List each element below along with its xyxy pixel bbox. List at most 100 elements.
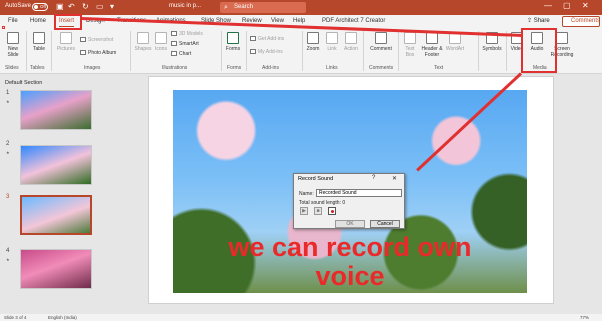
minimize-button[interactable]: — <box>544 1 552 10</box>
comments-button[interactable]: Comments <box>562 16 600 27</box>
zoom-icon <box>307 32 319 44</box>
group-label-illustrations: Illustrations <box>162 65 188 71</box>
record-button[interactable] <box>328 207 336 215</box>
table-button[interactable]: Table <box>30 32 48 52</box>
3d-models-label: 3D Models <box>179 31 203 37</box>
annotation-box-insert-tab <box>54 14 82 30</box>
animation-star-icon: ★ <box>6 257 10 262</box>
3d-models-button[interactable]: 3D Models <box>171 31 203 37</box>
group-label-tables: Tables <box>30 65 45 71</box>
chart-button[interactable]: Chart <box>171 51 191 57</box>
language-indicator[interactable]: English (India) <box>48 314 77 321</box>
sound-length-label: Total sound length: <box>299 200 341 206</box>
cancel-button[interactable]: Cancel <box>370 220 400 228</box>
caption-line-1: we can record own <box>228 232 472 262</box>
section-header[interactable]: Default Section <box>5 80 42 86</box>
zoom-button[interactable]: Zoom <box>305 32 321 52</box>
document-title: music in p... <box>169 3 202 9</box>
autosave-label: AutoSave <box>5 3 32 9</box>
wordart-button[interactable]: WordArt <box>444 32 466 52</box>
separator <box>246 31 247 71</box>
cube-icon <box>171 31 177 36</box>
comment-icon <box>375 32 387 44</box>
undo-icon[interactable]: ↶ <box>68 2 75 12</box>
group-label-addins: Add-ins <box>262 65 279 71</box>
my-addins-button[interactable]: My Add-ins <box>250 49 283 55</box>
header-footer-label: Header & Footer <box>421 46 443 58</box>
tab-help[interactable]: Help <box>293 18 305 24</box>
status-bar: Slide 3 of 4 English (India) 77% <box>0 314 602 321</box>
search-placeholder: Search <box>234 4 254 10</box>
photo-album-icon <box>80 50 86 55</box>
name-field[interactable] <box>316 189 402 197</box>
forms-button[interactable]: Forms <box>224 32 242 52</box>
group-label-text: Text <box>434 65 444 71</box>
text-box-button[interactable]: Text Box <box>401 32 419 58</box>
zoom-level[interactable]: 77% <box>580 314 589 321</box>
new-slide-button[interactable]: New Slide <box>4 32 22 58</box>
screenshot-button[interactable]: Screenshot <box>80 37 113 43</box>
tab-pdf-architect[interactable]: PDF Architect 7 Creator <box>322 18 385 24</box>
action-button[interactable]: Action <box>342 32 360 52</box>
slide-number: 4 <box>6 248 10 254</box>
comment-button[interactable]: Comment <box>367 32 395 52</box>
separator <box>478 31 479 71</box>
close-icon[interactable]: ✕ <box>392 175 397 182</box>
slide-thumbnail-2[interactable] <box>20 145 92 185</box>
slide-thumbnail-3[interactable] <box>20 195 92 235</box>
separator <box>130 31 131 71</box>
slide-number: 3 <box>6 194 10 200</box>
get-addins-button[interactable]: Get Add-ins <box>250 36 284 42</box>
pictures-label: Pictures <box>56 46 76 52</box>
customize-qat-icon[interactable]: ▾ <box>110 2 114 12</box>
smartart-button[interactable]: SmartArt <box>171 41 199 47</box>
shapes-button[interactable]: Shapes <box>134 32 152 52</box>
maximize-button[interactable]: ▢ <box>563 1 571 10</box>
icons-button[interactable]: Icons <box>154 32 168 52</box>
close-button[interactable]: ✕ <box>582 1 589 10</box>
separator <box>506 31 507 71</box>
tab-file[interactable]: File <box>8 18 18 24</box>
present-icon[interactable]: ▭ <box>96 2 104 12</box>
redo-icon[interactable]: ↻ <box>82 2 89 12</box>
title-bar: AutoSave Off ▣ ↶ ↻ ▭ ▾ music in p... ⌕ S… <box>0 0 602 15</box>
shapes-icon <box>137 32 149 44</box>
play-button[interactable]: ▶ <box>300 207 308 215</box>
share-button[interactable]: ⇪ Share <box>527 17 550 24</box>
save-icon[interactable]: ▣ <box>56 2 64 12</box>
screen-recording-icon <box>556 32 568 44</box>
screenshot-label: Screenshot <box>88 37 114 43</box>
animation-star-icon: ★ <box>6 99 10 104</box>
annotation-marker <box>2 26 5 29</box>
record-sound-dialog: Record Sound ? ✕ Name: Total sound lengt… <box>293 173 405 229</box>
pictures-button[interactable]: Pictures <box>54 32 78 52</box>
tab-view[interactable]: View <box>271 18 284 24</box>
smartart-label: SmartArt <box>179 41 199 47</box>
header-footer-button[interactable]: Header & Footer <box>420 32 444 58</box>
help-icon[interactable]: ? <box>372 175 375 181</box>
link-label: Link <box>327 46 337 52</box>
link-icon <box>326 32 338 44</box>
link-button[interactable]: Link <box>324 32 340 52</box>
slide-thumbnail-4[interactable] <box>20 249 92 289</box>
photo-album-label: Photo Album <box>88 50 117 56</box>
forms-label: Forms <box>225 46 241 52</box>
wordart-label: WordArt <box>445 46 465 52</box>
tab-home[interactable]: Home <box>30 18 46 24</box>
new-slide-label: New Slide <box>7 46 19 58</box>
smartart-icon <box>171 41 177 46</box>
icons-label: Icons <box>155 46 167 52</box>
chart-icon <box>171 51 177 56</box>
search-box[interactable]: ⌕ Search <box>220 2 306 13</box>
photo-album-button[interactable]: Photo Album <box>80 50 116 56</box>
stop-button[interactable]: ■ <box>314 207 322 215</box>
group-label-forms: Forms <box>227 65 242 71</box>
autosave-toggle[interactable]: Off <box>32 3 48 11</box>
get-addins-label: Get Add-ins <box>258 36 285 42</box>
annotation-box-audio <box>521 28 557 73</box>
slide-number: 2 <box>6 141 10 147</box>
ok-button[interactable]: OK <box>335 220 365 228</box>
separator <box>221 31 222 71</box>
sound-length: Total sound length: 0 <box>299 200 345 206</box>
slide-thumbnail-1[interactable] <box>20 90 92 130</box>
